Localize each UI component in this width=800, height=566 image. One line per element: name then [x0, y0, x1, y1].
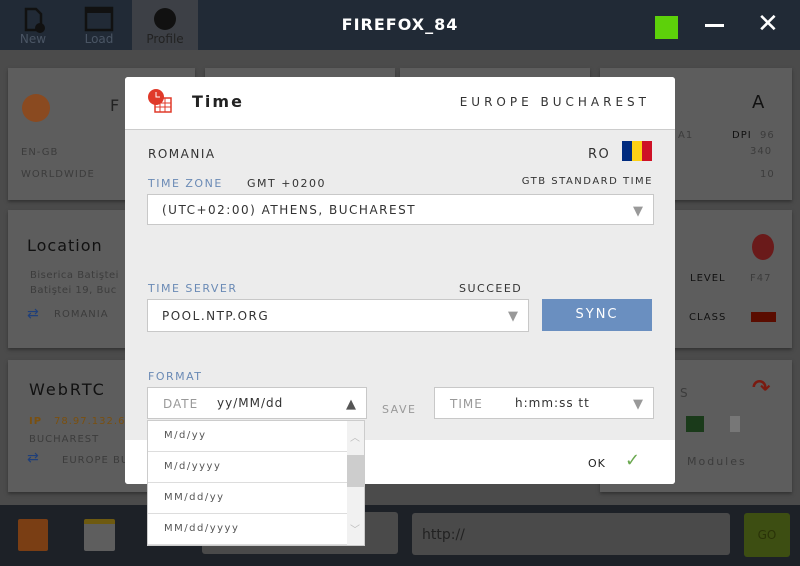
fingerprint-icon	[752, 234, 774, 260]
value-340: 340	[750, 146, 773, 157]
dpi-value: 96	[760, 130, 775, 141]
scrollbar[interactable]: ︿ ﹀	[347, 421, 364, 545]
bottom-bar: http:// GO	[0, 505, 800, 566]
location-title: Location	[27, 236, 103, 255]
go-button[interactable]: GO	[744, 513, 790, 557]
refresh-icon[interactable]: ⇄	[27, 450, 39, 466]
dialog-header: Time EUROPE BUCHAREST	[125, 77, 675, 130]
time-server-label: TIME SERVER	[148, 282, 238, 295]
class-swatch	[751, 312, 776, 322]
timezone-value: (UTC+02:00) ATHENS, BUCHAREST	[162, 203, 417, 217]
time-dialog: Time EUROPE BUCHAREST ROMANIA RO TIME ZO…	[125, 77, 675, 546]
chevron-down-icon: ▼	[508, 309, 518, 324]
trash-icon[interactable]	[730, 416, 740, 432]
time-server-value: POOL.NTP.ORG	[162, 309, 270, 323]
dialog-title: Time	[192, 92, 244, 111]
check-icon[interactable]: ✓	[625, 450, 640, 471]
format-label: FORMAT	[148, 370, 203, 383]
chevron-down-icon: ▼	[633, 397, 643, 412]
webrtc-title: WebRTC	[29, 380, 106, 399]
time-server-select[interactable]: POOL.NTP.ORG ▼	[147, 299, 529, 332]
ok-button[interactable]: OK	[588, 457, 606, 470]
modules-label: Modules	[687, 455, 747, 468]
date-label: DATE	[163, 397, 199, 411]
date-format-dropdown: M/d/yy M/d/yyyy MM/dd/yy MM/dd/yyyy ︿ ﹀	[147, 420, 365, 546]
save-icon[interactable]	[18, 519, 48, 551]
minimize-button[interactable]	[705, 24, 724, 27]
dropdown-option[interactable]: M/d/yy	[148, 421, 348, 452]
ip-value: 78.97.132.61	[54, 416, 133, 427]
dropdown-option[interactable]: M/d/yyyy	[148, 452, 348, 483]
zone-name: EUROPE BUCHAREST	[459, 95, 650, 109]
country-code: RO	[588, 147, 611, 162]
language: EN-GB	[21, 147, 59, 158]
value-10: 10	[760, 169, 775, 180]
country-name: ROMANIA	[148, 147, 216, 161]
webrtc-city: BUCHAREST	[29, 434, 100, 445]
firefox-logo-icon	[22, 94, 50, 122]
date-format-select[interactable]: DATE yy/MM/dd ▲	[147, 387, 367, 419]
standard-time-name: GTB STANDARD TIME	[521, 176, 653, 187]
ip-label: IP	[29, 416, 43, 427]
scroll-up-icon[interactable]: ︿	[350, 429, 360, 444]
server-status: SUCCEED	[459, 282, 523, 295]
title-bar: New Load Profile FIREFOX_84 ✕	[0, 0, 800, 50]
new-label: New	[19, 32, 47, 46]
dropdown-option[interactable]: MM/dd/yyyy	[148, 514, 348, 545]
timezone-label: TIME ZONE	[148, 177, 223, 190]
value-a1: A1	[678, 130, 694, 141]
date-format-value: yy/MM/dd	[217, 396, 284, 410]
address-line-1: Biserica Batiştei	[30, 270, 119, 281]
address-line-2: Batiştei 19, Buc	[30, 285, 117, 296]
time-format-select[interactable]: TIME h:mm:ss tt ▼	[434, 387, 654, 419]
save-button[interactable]: SAVE	[382, 403, 416, 416]
level-value: F47	[750, 273, 772, 284]
romania-flag-icon	[622, 141, 652, 161]
timezone-select[interactable]: (UTC+02:00) ATHENS, BUCHAREST ▼	[147, 194, 654, 225]
clock-calendar-icon	[148, 89, 172, 113]
window-title: FIREFOX_84	[341, 15, 459, 34]
font-icon: A	[752, 92, 765, 113]
browser-name: F	[110, 96, 120, 115]
webrtc-timezone: EUROPE BU	[62, 455, 130, 466]
notepad-icon[interactable]	[84, 519, 115, 551]
redirect-arrow-icon[interactable]: ↷	[752, 376, 770, 401]
load-label: Load	[84, 32, 114, 46]
scroll-down-icon[interactable]: ﹀	[350, 521, 360, 536]
profile-label: Profile	[146, 32, 184, 46]
level-label: LEVEL	[690, 273, 726, 284]
close-button[interactable]: ✕	[757, 9, 779, 39]
time-format-value: h:mm:ss tt	[515, 396, 590, 410]
time-label: TIME	[450, 397, 483, 411]
dpi-label: DPI	[732, 130, 752, 141]
refresh-icon[interactable]: ⇄	[27, 306, 39, 322]
class-label: CLASS	[689, 312, 727, 323]
chevron-down-icon: ▼	[633, 204, 643, 219]
url-input[interactable]: http://	[412, 513, 730, 555]
location-country: ROMANIA	[54, 309, 109, 320]
sync-button[interactable]: SYNC	[542, 299, 652, 331]
gmt-offset: GMT +0200	[247, 177, 326, 190]
card-letter: S	[680, 386, 689, 400]
keyboard-icon[interactable]	[686, 416, 704, 432]
chevron-up-icon: ▲	[346, 397, 356, 412]
scrollbar-thumb[interactable]	[347, 455, 364, 487]
region: WORLDWIDE	[21, 169, 95, 180]
status-indicator	[655, 16, 678, 39]
dropdown-option[interactable]: MM/dd/yy	[148, 483, 348, 514]
